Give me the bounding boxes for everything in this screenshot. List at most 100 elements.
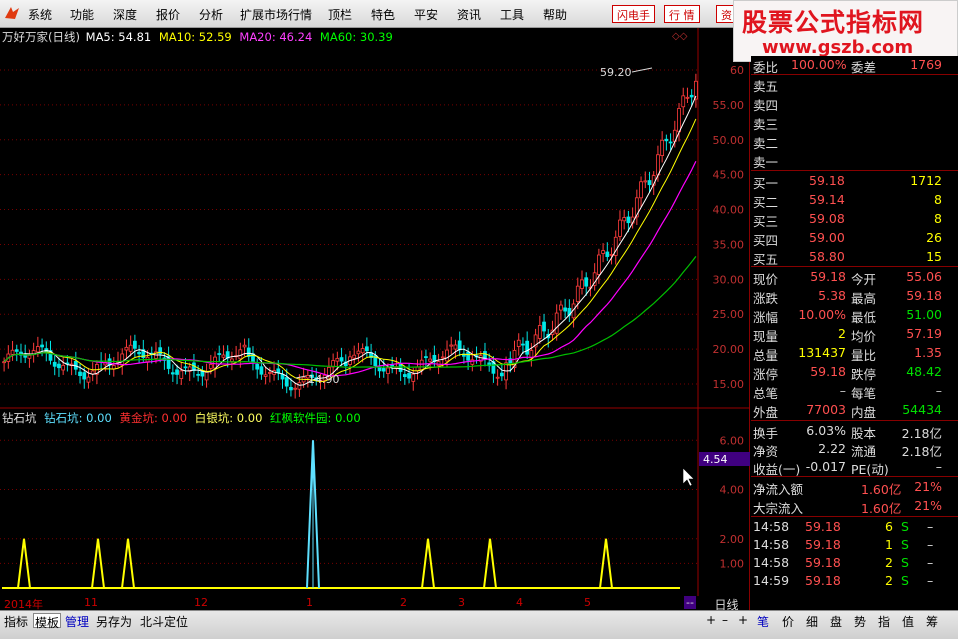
candle-body (82, 372, 87, 380)
candle-body (255, 363, 260, 370)
ma10-line (3, 118, 697, 383)
zoom-out-button[interactable]: – (722, 613, 728, 628)
buy-level-volume: 8 (934, 211, 942, 226)
tab-detail[interactable]: 细 (806, 613, 818, 630)
silver-pit-signal (483, 538, 497, 589)
quote-label: 今开 (851, 272, 877, 287)
candle-body (40, 344, 44, 348)
fund-flow-label: 大宗流入 (753, 501, 804, 516)
candle-body (689, 94, 694, 98)
quote-value: 131437 (798, 345, 846, 360)
indicator-name[interactable]: 钻石坑 (2, 411, 37, 425)
candle-body (554, 312, 559, 334)
candle-body (626, 216, 631, 224)
candle-body (656, 154, 660, 176)
candle-body (445, 349, 449, 362)
candle-body (170, 372, 175, 375)
candle-body (605, 251, 610, 257)
price-axis-label: 15.00 (713, 378, 745, 391)
menu-item-tools[interactable]: 工具 (500, 6, 524, 23)
candle-body (128, 344, 133, 352)
menu-item-news[interactable]: 资讯 (457, 6, 481, 23)
price-axis-label: 45.00 (713, 169, 745, 182)
candle-body (204, 371, 209, 381)
tab-price[interactable]: 价 (782, 613, 794, 630)
quote-label: 涨停 (753, 367, 779, 382)
fundamental-value: 2.22 (818, 441, 846, 456)
quote-label: 跌停 (851, 367, 877, 382)
menu-item-analysis[interactable]: 分析 (199, 6, 223, 23)
candle-body (297, 382, 302, 390)
tab-chips[interactable]: 筹 (926, 613, 938, 630)
menu-item-quote[interactable]: 报价 (156, 6, 180, 23)
candle-body (78, 371, 82, 376)
tab-trend[interactable]: 势 (854, 613, 866, 630)
zoom-in-button[interactable]: + (706, 613, 716, 628)
menu-item-function[interactable]: 功能 (70, 6, 94, 23)
sell-level-label: 卖五 (753, 79, 779, 94)
commission-ratio-value: 100.00% (791, 57, 847, 72)
candle-body (111, 365, 116, 370)
candle-body (179, 370, 184, 379)
expand-button[interactable]: + (738, 613, 748, 628)
date-cursor-label: -- (684, 596, 696, 609)
tab-value[interactable]: 值 (902, 613, 914, 630)
candle-body (217, 353, 222, 355)
menu-item-special[interactable]: 特色 (371, 6, 395, 23)
candle-body (407, 373, 411, 379)
app-logo-icon (5, 7, 19, 19)
tab-manage[interactable]: 管理 (65, 613, 89, 629)
site-watermark: 股票公式指标网 www.gszb.com (733, 0, 958, 62)
candle-body (377, 367, 382, 372)
quote-label: 涨跌 (753, 291, 779, 306)
tick-volume: 2 (885, 573, 893, 588)
fund-flow-value: 1.60亿 (861, 482, 902, 497)
tab-index[interactable]: 指 (878, 613, 890, 630)
menu-item-depth[interactable]: 深度 (113, 6, 137, 23)
candle-body (27, 355, 32, 359)
tab-trades[interactable]: 笔 (757, 613, 769, 630)
tab-indicator[interactable]: 指标 (4, 613, 28, 629)
tick-time: 14:58 (753, 555, 790, 570)
date-label: 11 (84, 596, 98, 609)
candle-body (10, 349, 15, 355)
menu-item-top-bar[interactable]: 顶栏 (328, 6, 352, 23)
quote-value: 5.38 (818, 288, 846, 303)
candle-body (364, 346, 369, 352)
candle-body (424, 356, 428, 359)
buy-level-price: 59.18 (809, 173, 845, 188)
chart-area[interactable]: 60 55.00 50.00 45.00 40.00 35.00 30.00 25.00 20.… (0, 28, 750, 610)
quote-label: 现价 (753, 272, 779, 287)
ma20-label: MA20: 46.24 (239, 30, 313, 44)
tick-extra: – (927, 573, 934, 588)
tab-beidou-locate[interactable]: 北斗定位 (140, 613, 188, 629)
menu-item-pingan[interactable]: 平安 (414, 6, 438, 23)
quote-value: 57.19 (906, 326, 942, 341)
price-axis-label: 25.00 (713, 308, 745, 321)
menu-item-extended-market[interactable]: 扩展市场行情 (240, 6, 312, 23)
mouse-cursor-icon (682, 467, 695, 487)
candle-body (563, 307, 568, 312)
stock-name: 万好万家(日线) (2, 30, 80, 44)
candle-body (559, 304, 563, 311)
menu-item-system[interactable]: 系统 (28, 6, 52, 23)
quote-value: 77003 (806, 402, 846, 417)
indicator-axis-label: 1.00 (720, 557, 745, 570)
buy-level-label: 买四 (753, 233, 779, 248)
market-button[interactable]: 行 情 (664, 5, 700, 23)
flash-trade-button[interactable]: 闪电手 (612, 5, 655, 23)
candle-body (660, 139, 665, 157)
buy-level-label: 买二 (753, 195, 779, 210)
tab-template[interactable]: 模板 (33, 613, 62, 630)
quote-row: 总量 131437 量比 1.35 (751, 344, 958, 363)
diamond-pit-label: 钻石坑: 0.00 (44, 411, 112, 425)
candle-body (643, 180, 648, 183)
period-daily-button[interactable]: 日线 (703, 596, 750, 612)
candle-body (449, 344, 454, 347)
tab-orderbook[interactable]: 盘 (830, 613, 842, 630)
quote-label: 每笔 (851, 386, 877, 401)
silver-pit-signal (599, 538, 613, 589)
menu-item-help[interactable]: 帮助 (543, 6, 567, 23)
candle-body (61, 365, 66, 371)
tab-save-as[interactable]: 另存为 (96, 613, 132, 629)
